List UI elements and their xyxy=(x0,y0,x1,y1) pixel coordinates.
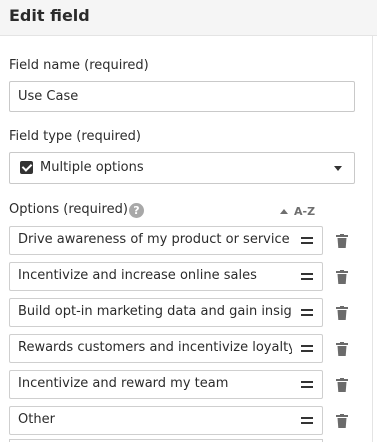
option-label: Build opt-in marketing data and gain ins… xyxy=(18,304,292,319)
panel-divider xyxy=(372,36,373,442)
field-type-label: Field type (required) xyxy=(9,129,141,144)
sort-az-button[interactable]: A-Z xyxy=(280,205,315,219)
trash-icon[interactable] xyxy=(336,414,348,428)
option-row[interactable]: Incentivize and increase online sales xyxy=(9,262,323,291)
field-name-label: Field name (required) xyxy=(9,58,149,73)
option-label: Other xyxy=(18,412,55,427)
field-name-input[interactable] xyxy=(9,81,355,112)
option-label: Drive awareness of my product or service xyxy=(18,232,290,247)
trash-icon[interactable] xyxy=(336,342,348,356)
option-label: Incentivize and reward my team xyxy=(18,376,229,391)
field-type-select[interactable]: Multiple options xyxy=(9,152,355,184)
option-row[interactable]: Rewards customers and incentivize loyalt… xyxy=(9,334,323,363)
option-label: Incentivize and increase online sales xyxy=(18,268,257,283)
chevron-down-icon xyxy=(334,166,342,171)
field-type-value: Multiple options xyxy=(40,160,144,175)
trash-icon[interactable] xyxy=(336,270,348,284)
drag-handle-icon[interactable] xyxy=(301,309,313,317)
drag-handle-icon[interactable] xyxy=(301,273,313,281)
panel-header: Edit field xyxy=(0,0,377,36)
option-row[interactable]: Build opt-in marketing data and gain ins… xyxy=(9,298,323,327)
option-row[interactable]: Drive awareness of my product or service xyxy=(9,226,323,255)
sort-az-label: A-Z xyxy=(294,205,316,218)
sort-up-icon xyxy=(280,209,288,214)
options-label: Options (required) xyxy=(9,202,128,217)
drag-handle-icon[interactable] xyxy=(301,417,313,425)
drag-handle-icon[interactable] xyxy=(301,237,313,245)
trash-icon[interactable] xyxy=(336,306,348,320)
drag-handle-icon[interactable] xyxy=(301,381,313,389)
drag-handle-icon[interactable] xyxy=(301,345,313,353)
trash-icon[interactable] xyxy=(336,378,348,392)
option-row[interactable]: Other xyxy=(9,406,323,435)
trash-icon[interactable] xyxy=(336,234,348,248)
option-row[interactable]: Incentivize and reward my team xyxy=(9,370,323,399)
panel-title: Edit field xyxy=(9,6,90,25)
option-label: Rewards customers and incentivize loyalt… xyxy=(18,340,292,355)
help-icon[interactable]: ? xyxy=(129,203,144,218)
edit-field-panel: Edit field Field name (required) Field t… xyxy=(0,0,377,442)
checkbox-icon xyxy=(20,161,33,174)
